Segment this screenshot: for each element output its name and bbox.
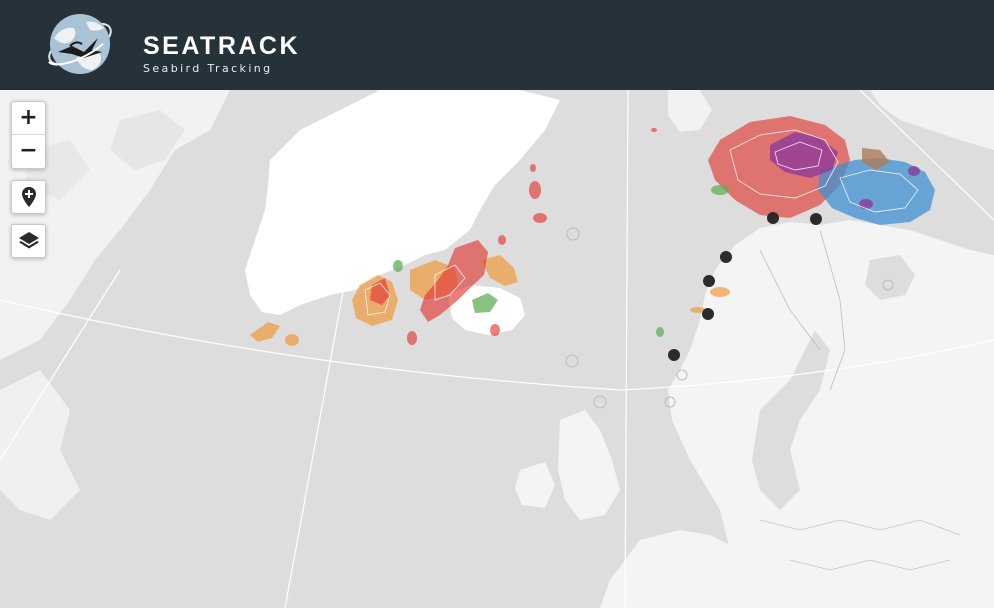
map-svg bbox=[0, 90, 994, 608]
app-title: SEATRACK bbox=[143, 32, 301, 60]
zoom-out-button[interactable]: − bbox=[12, 134, 45, 167]
zoom-in-button[interactable]: + bbox=[12, 102, 45, 134]
app-header: SEATRACK Seabird Tracking bbox=[0, 0, 994, 91]
colony-marker[interactable] bbox=[702, 308, 714, 320]
layers-icon bbox=[18, 232, 39, 249]
colony-marker[interactable] bbox=[703, 275, 715, 287]
zoom-control: + − bbox=[11, 101, 46, 169]
add-marker-button[interactable] bbox=[11, 180, 46, 214]
colony-marker[interactable] bbox=[767, 212, 779, 224]
colony-marker[interactable] bbox=[810, 213, 822, 225]
layers-button[interactable] bbox=[11, 224, 46, 258]
colony-marker[interactable] bbox=[720, 251, 732, 263]
colony-marker[interactable] bbox=[668, 349, 680, 361]
map-pin-plus-icon bbox=[21, 187, 36, 207]
app-subtitle: Seabird Tracking bbox=[143, 62, 273, 75]
map-canvas[interactable] bbox=[0, 90, 994, 608]
globe-seabird-logo-icon bbox=[46, 14, 114, 74]
